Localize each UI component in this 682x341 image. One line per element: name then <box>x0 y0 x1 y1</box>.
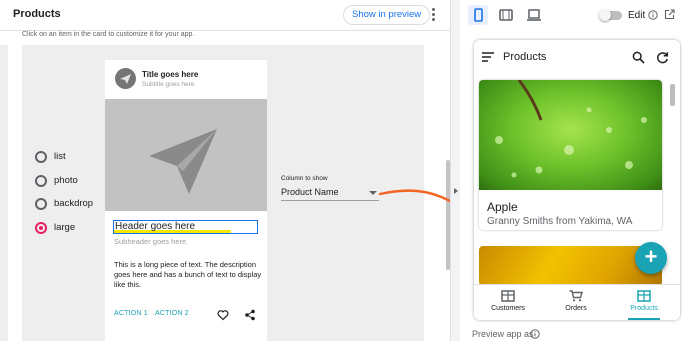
radio-button[interactable] <box>35 175 47 187</box>
card-title[interactable]: Title goes here <box>142 70 198 79</box>
radio-button[interactable] <box>35 198 47 210</box>
card-body-text[interactable]: This is a long piece of text. The descri… <box>114 260 262 290</box>
preview-scrollbar[interactable] <box>670 84 675 106</box>
product-image <box>479 80 662 190</box>
preview-as-label: Preview app as <box>472 329 534 339</box>
toggle-knob <box>599 9 611 21</box>
action-2-button[interactable]: ACTION 2 <box>155 310 189 317</box>
table-icon <box>637 290 651 302</box>
cart-icon <box>569 290 583 302</box>
show-in-preview-button[interactable]: Show in preview <box>343 5 431 25</box>
active-tab-indicator <box>628 318 660 320</box>
radio-label: backdrop <box>54 198 94 209</box>
card-template: Title goes here Subtitle goes here Heade… <box>105 60 267 341</box>
radio-button-selected[interactable] <box>35 222 47 234</box>
info-icon[interactable] <box>648 10 658 20</box>
app-editor-window: Products Show in preview Click on an ite… <box>0 0 682 341</box>
item-subtitle: Granny Smiths from Yakima, WA <box>487 216 633 227</box>
desktop-preview-button[interactable] <box>524 5 544 25</box>
radio-label: photo <box>54 175 78 186</box>
app-title: Products <box>503 51 547 63</box>
sort-menu-icon[interactable] <box>482 52 494 62</box>
column-select-value: Product Name <box>281 187 339 197</box>
paper-plane-icon <box>149 129 217 194</box>
search-icon[interactable] <box>632 51 645 64</box>
table-icon <box>501 290 515 302</box>
heart-icon[interactable] <box>217 308 229 321</box>
card-header: Header goes here <box>115 221 196 232</box>
nav-item-customers[interactable]: Customers <box>478 285 538 320</box>
panel-divider[interactable] <box>450 0 460 341</box>
chevron-down-icon <box>369 191 377 195</box>
radio-backdrop[interactable]: backdrop <box>35 197 115 213</box>
info-icon[interactable] <box>530 329 540 339</box>
add-fab-button[interactable]: + <box>635 242 667 274</box>
nav-label: Customers <box>491 305 525 312</box>
tablet-preview-button[interactable] <box>496 5 516 25</box>
more-vert-icon[interactable] <box>427 6 439 24</box>
avatar[interactable] <box>115 68 136 89</box>
open-in-new-icon[interactable] <box>664 9 675 20</box>
radio-label: list <box>54 151 66 162</box>
radio-list[interactable]: list <box>35 150 115 166</box>
radio-button[interactable] <box>35 151 47 163</box>
bottom-navigation: Customers Orders Products <box>474 284 680 320</box>
chevron-right-icon[interactable] <box>454 188 458 194</box>
share-icon[interactable] <box>244 308 256 321</box>
radio-large[interactable]: large <box>35 221 115 237</box>
column-to-show-select[interactable]: Product Name <box>281 186 379 201</box>
nav-item-products[interactable]: Products <box>614 285 674 320</box>
list-item[interactable]: Apple Granny Smiths from Yakima, WA <box>479 80 662 230</box>
card-header-field[interactable]: Header goes here <box>113 220 258 234</box>
card-image-placeholder[interactable] <box>105 99 267 211</box>
left-gutter <box>0 45 8 341</box>
tablet-icon <box>499 9 513 21</box>
nav-label: Products <box>630 305 658 312</box>
editor-header: Products Show in preview <box>0 0 450 31</box>
instructions-text: Click on an item in the card to customiz… <box>22 31 195 38</box>
smartphone-icon <box>474 8 483 22</box>
laptop-icon <box>527 9 541 21</box>
list-item[interactable] <box>479 246 662 286</box>
card-subheader[interactable]: Subheader goes here. <box>114 237 188 246</box>
card-subtitle[interactable]: Subtitle goes here <box>142 81 194 88</box>
preview-panel: Edit Products Apple Granny Smiths from Y… <box>460 0 682 341</box>
nav-item-orders[interactable]: Orders <box>546 285 606 320</box>
edit-label: Edit <box>628 10 646 21</box>
radio-label: large <box>54 222 76 233</box>
nav-label: Orders <box>565 305 587 312</box>
edit-toggle[interactable] <box>599 9 622 21</box>
app-bar: Products <box>474 40 680 76</box>
action-1-button[interactable]: ACTION 1 <box>114 310 148 317</box>
view-editor-panel: Products Show in preview Click on an ite… <box>0 0 486 341</box>
radio-photo[interactable]: photo <box>35 174 115 190</box>
column-to-show-label: Column to show <box>281 175 328 182</box>
item-name: Apple <box>487 200 518 214</box>
phone-preview: Products Apple Granny Smiths from Yakima… <box>474 40 680 320</box>
editor-title: Products <box>13 8 61 20</box>
phone-preview-button[interactable] <box>468 5 488 25</box>
refresh-icon[interactable] <box>656 51 669 64</box>
